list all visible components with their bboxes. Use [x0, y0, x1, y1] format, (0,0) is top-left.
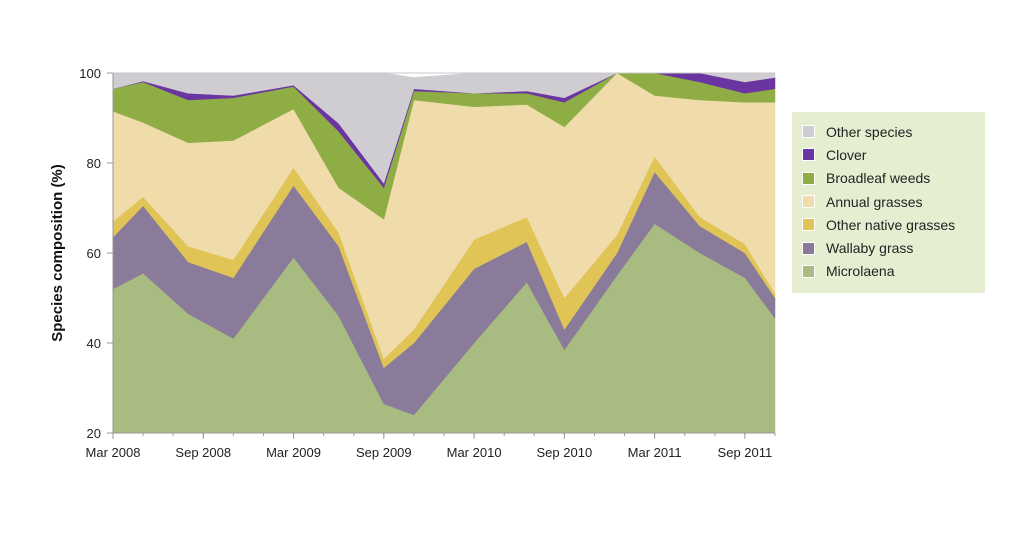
legend-label: Other species — [826, 123, 913, 140]
y-tick-label: 60 — [87, 246, 101, 261]
legend-item: Microlaena — [802, 260, 985, 283]
x-tick-label: Sep 2009 — [356, 445, 412, 460]
x-tick-label: Mar 2009 — [266, 445, 321, 460]
legend-label: Wallaby grass — [826, 240, 914, 257]
area-layers — [112, 72, 776, 434]
legend-label: Other native grasses — [826, 216, 956, 233]
legend-swatch — [802, 148, 815, 162]
legend-swatch — [802, 241, 815, 255]
legend-item: Broadleaf weeds — [802, 167, 985, 190]
x-tick-label: Mar 2008 — [86, 445, 141, 460]
legend-swatch — [802, 264, 815, 278]
legend-label: Microlaena — [826, 263, 895, 280]
legend-item: Wallaby grass — [802, 236, 985, 259]
legend-item: Other native grasses — [802, 213, 985, 236]
x-tick-label: Sep 2008 — [175, 445, 231, 460]
x-tick-label: Sep 2011 — [718, 445, 773, 460]
x-tick-label: Mar 2010 — [447, 445, 502, 460]
y-tick-label: 40 — [87, 336, 101, 351]
legend-item: Annual grasses — [802, 190, 985, 213]
legend-swatch — [802, 218, 815, 232]
legend-item: Other species — [802, 120, 985, 143]
y-axis-label: Species composition (%) — [49, 164, 66, 342]
legend-swatch — [802, 125, 815, 139]
legend-swatch — [802, 195, 815, 209]
x-tick-label: Sep 2010 — [537, 445, 593, 460]
y-tick-label: 20 — [87, 426, 101, 441]
y-tick-label: 80 — [87, 156, 101, 171]
legend-item: Clover — [802, 143, 985, 166]
legend-swatch — [802, 171, 815, 185]
legend: Other species Clover Broadleaf weeds Ann… — [792, 112, 985, 293]
y-tick-label: 100 — [79, 66, 101, 81]
legend-label: Annual grasses — [826, 193, 923, 210]
x-tick-label: Mar 2011 — [628, 445, 682, 460]
legend-label: Broadleaf weeds — [826, 170, 931, 187]
legend-label: Clover — [826, 146, 867, 163]
